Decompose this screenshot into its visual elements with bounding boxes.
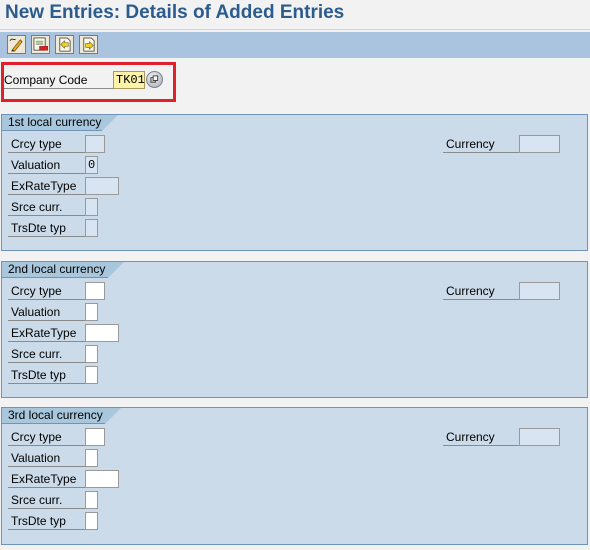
exratetype-label: ExRateType	[8, 325, 86, 342]
group-1st-local-currency: 1st local currency Crcy type Valuation 0…	[1, 114, 588, 251]
exratetype-label: ExRateType	[8, 471, 86, 488]
previous-entry-button[interactable]	[55, 35, 74, 54]
next-entry-icon	[83, 37, 95, 52]
previous-entry-icon	[59, 37, 71, 52]
crcy-type-label: Crcy type	[8, 429, 86, 446]
valuation-label: Valuation	[8, 157, 86, 174]
exratetype-field[interactable]	[85, 177, 119, 195]
currency-label: Currency	[443, 429, 520, 446]
currency-label: Currency	[443, 283, 520, 300]
company-code-input[interactable]: TK01	[113, 71, 145, 89]
possible-entries-button[interactable]	[146, 71, 163, 88]
crcy-type-label: Crcy type	[8, 283, 86, 300]
group-3rd-local-currency: 3rd local currency Crcy type Valuation E…	[1, 407, 588, 545]
srce-curr-label: Srce curr.	[8, 492, 86, 509]
page-title: New Entries: Details of Added Entries	[5, 2, 345, 23]
valuation-label: Valuation	[8, 304, 86, 321]
valuation-field[interactable]: 0	[85, 156, 98, 174]
application-toolbar	[0, 32, 590, 58]
crcy-type-field[interactable]	[85, 135, 105, 153]
crcy-type-field[interactable]	[85, 428, 105, 446]
crcy-type-label: Crcy type	[8, 136, 86, 153]
group-title: 3rd local currency	[2, 408, 121, 424]
display-change-button[interactable]	[7, 35, 26, 54]
group-title: 1st local currency	[2, 115, 118, 131]
currency-field[interactable]	[519, 135, 560, 153]
exratetype-label: ExRateType	[8, 178, 86, 195]
srce-curr-field[interactable]	[85, 198, 98, 216]
exratetype-field[interactable]	[85, 324, 119, 342]
trsdte-typ-label: TrsDte typ	[8, 220, 86, 237]
trsdte-typ-field[interactable]	[85, 366, 98, 384]
pencil-glasses-icon	[9, 38, 23, 52]
srce-curr-label: Srce curr.	[8, 346, 86, 363]
srce-curr-field[interactable]	[85, 491, 98, 509]
valuation-field[interactable]	[85, 303, 98, 321]
company-code-label: Company Code	[4, 72, 114, 89]
crcy-type-field[interactable]	[85, 282, 105, 300]
trsdte-typ-field[interactable]	[85, 219, 98, 237]
title-divider	[0, 29, 590, 30]
delete-entry-icon	[33, 37, 48, 51]
possible-entries-icon	[150, 75, 159, 83]
valuation-label: Valuation	[8, 450, 86, 467]
trsdte-typ-label: TrsDte typ	[8, 513, 86, 530]
currency-label: Currency	[443, 136, 520, 153]
trsdte-typ-field[interactable]	[85, 512, 98, 530]
next-entry-button[interactable]	[79, 35, 98, 54]
group-2nd-local-currency: 2nd local currency Crcy type Valuation E…	[1, 261, 588, 398]
valuation-field[interactable]	[85, 449, 98, 467]
delete-button[interactable]	[31, 35, 50, 54]
srce-curr-field[interactable]	[85, 345, 98, 363]
exratetype-field[interactable]	[85, 470, 119, 488]
trsdte-typ-label: TrsDte typ	[8, 367, 86, 384]
currency-field[interactable]	[519, 428, 560, 446]
group-title: 2nd local currency	[2, 262, 124, 278]
srce-curr-label: Srce curr.	[8, 199, 86, 216]
currency-field[interactable]	[519, 282, 560, 300]
